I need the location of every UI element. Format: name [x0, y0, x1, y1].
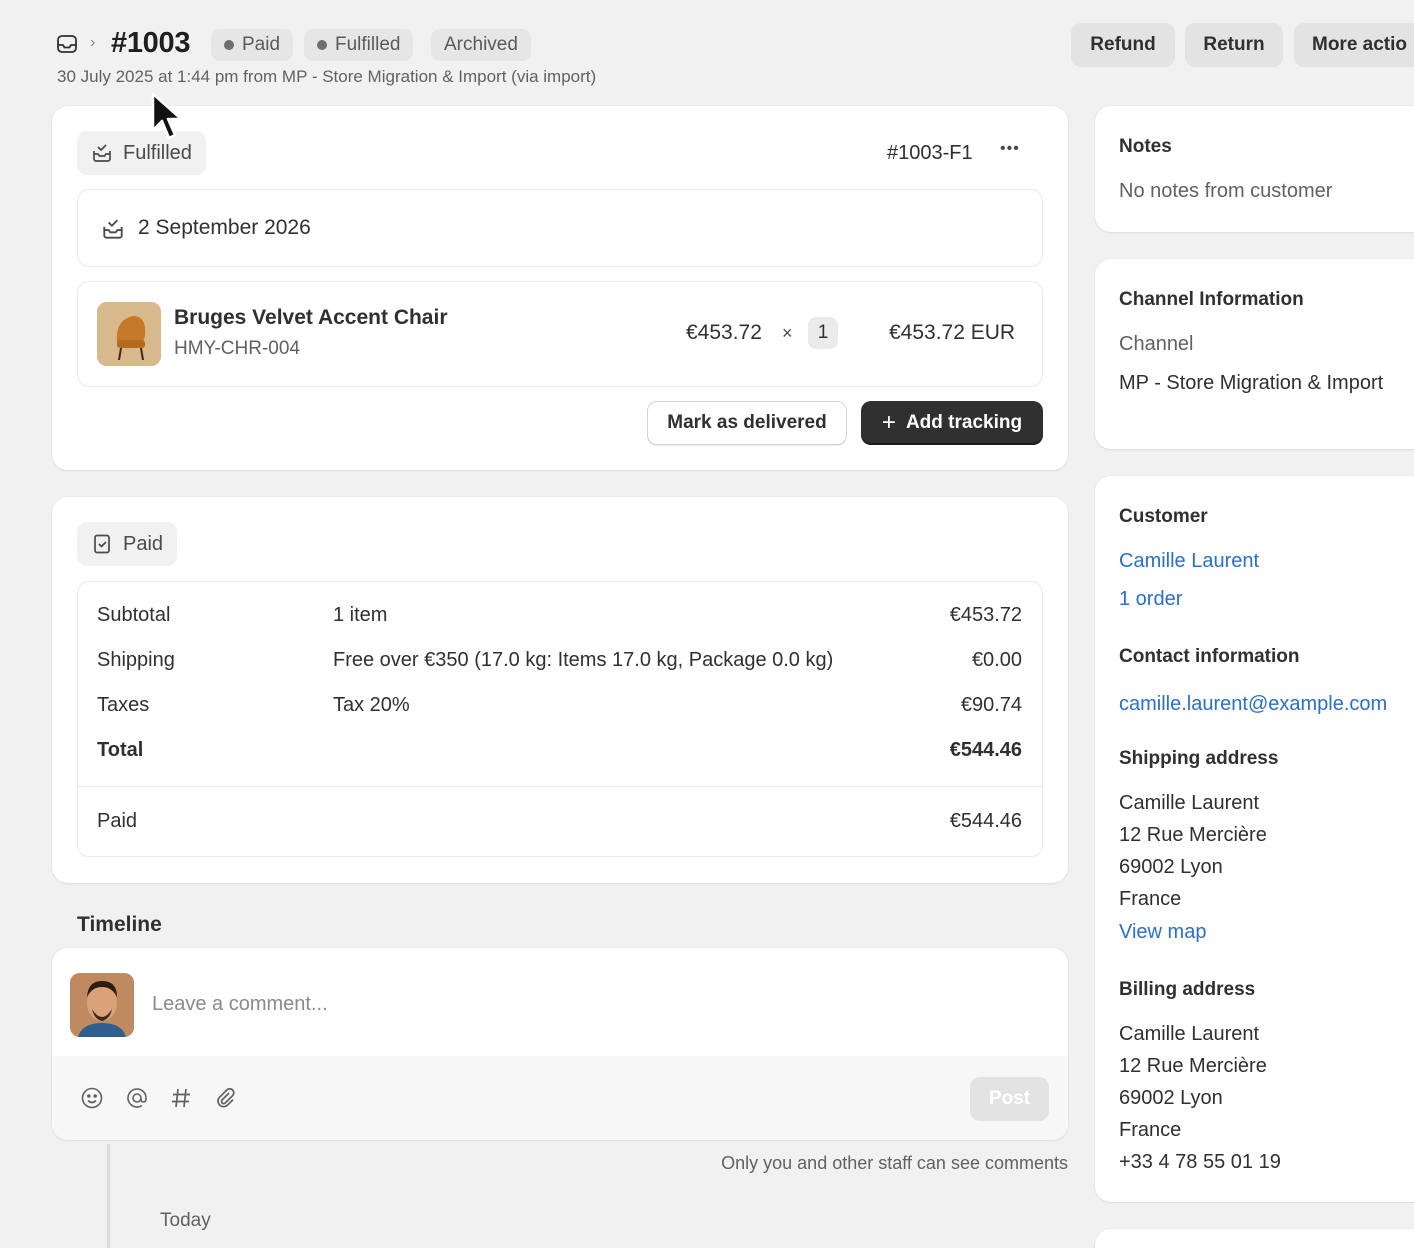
timeline-title: Timeline [77, 913, 162, 936]
notes-text: No notes from customer [1119, 180, 1333, 202]
quantity-badge: 1 [808, 317, 838, 349]
fulfillment-date: 2 September 2026 [138, 216, 311, 239]
shipping-address-title: Shipping address [1119, 748, 1279, 769]
fulfillment-id: #1003-F1 [887, 142, 973, 164]
divider [78, 786, 1042, 787]
chair-image-icon [97, 302, 161, 366]
paid-label: Paid [97, 810, 138, 832]
mark-as-delivered-button[interactable]: Mark as delivered [647, 401, 847, 445]
customer-orders-link[interactable]: 1 order [1119, 588, 1182, 611]
billing-phone: +33 4 78 55 01 19 [1119, 1151, 1281, 1173]
status-badge-fulfilled: Fulfilled [304, 29, 414, 61]
refund-button[interactable]: Refund [1071, 23, 1175, 67]
timeline-line [107, 1144, 110, 1248]
shipping-address-line: France [1119, 888, 1182, 910]
notes-title: Notes [1119, 136, 1172, 157]
next-card [1095, 1229, 1414, 1248]
staff-note: Only you and other staff can see comment… [721, 1153, 1068, 1173]
shipping-label: Shipping [97, 649, 175, 671]
shipping-address-line: 69002 Lyon [1119, 856, 1223, 878]
channel-value: MP - Store Migration & Import [1119, 372, 1384, 394]
subtotal-detail: 1 item [333, 604, 388, 626]
user-photo-icon [70, 973, 134, 1037]
avatar [70, 973, 134, 1037]
total-value: €544.46 [949, 739, 1022, 761]
more-actions-button[interactable]: More actio [1294, 23, 1414, 67]
shipping-value: €0.00 [971, 649, 1022, 671]
customer-name-link[interactable]: Camille Laurent [1119, 550, 1259, 573]
product-sku: HMY-CHR-004 [174, 338, 300, 359]
payment-summary-box [77, 581, 1043, 857]
emoji-icon[interactable] [79, 1085, 105, 1111]
notes-card [1095, 106, 1414, 232]
inbox-icon[interactable] [56, 33, 78, 55]
order-subtitle: 30 July 2025 at 1:44 pm from MP - Store … [57, 67, 597, 86]
customer-email-link[interactable]: camille.laurent@example.com [1119, 693, 1387, 716]
shipping-detail: Free over €350 (17.0 kg: Items 17.0 kg, … [333, 649, 834, 671]
total-label: Total [97, 739, 144, 761]
line-total: €453.72 EUR [889, 321, 1016, 344]
receipt-icon [94, 534, 110, 554]
payment-status-pill: Paid [77, 522, 178, 566]
customer-title: Customer [1119, 506, 1208, 527]
return-button[interactable]: Return [1185, 23, 1283, 67]
plus-icon: + [881, 409, 896, 436]
product-thumbnail[interactable] [97, 302, 161, 366]
more-options-icon[interactable]: ••• [1000, 140, 1020, 158]
mouse-cursor-icon [151, 92, 183, 140]
product-name[interactable]: Bruges Velvet Accent Chair [174, 306, 448, 330]
post-button[interactable]: Post [970, 1077, 1049, 1121]
billing-address-line: France [1119, 1119, 1182, 1141]
comment-input[interactable]: Leave a comment... [152, 993, 328, 1016]
channel-label: Channel [1119, 333, 1194, 355]
subtotal-value: €453.72 [949, 604, 1022, 626]
attachment-icon[interactable] [213, 1085, 239, 1111]
subtotal-label: Subtotal [97, 604, 171, 626]
contact-title: Contact information [1119, 646, 1300, 667]
mention-icon[interactable] [124, 1085, 150, 1111]
shipping-address-line: Camille Laurent [1119, 792, 1260, 814]
status-badge-paid: Paid [211, 29, 294, 61]
channel-title: Channel Information [1119, 289, 1304, 310]
fulfillment-status-pill: Fulfilled [77, 131, 206, 175]
view-map-link[interactable]: View map [1119, 921, 1206, 944]
billing-address-title: Billing address [1119, 979, 1256, 1000]
timeline-today-label: Today [160, 1210, 211, 1231]
taxes-detail: Tax 20% [333, 694, 410, 716]
breadcrumb-chevron-icon: › [90, 34, 96, 51]
add-tracking-button[interactable]: + Add tracking [861, 401, 1043, 445]
page-title: #1003 [111, 27, 191, 59]
comment-box [52, 948, 1068, 1140]
status-badge-archived: Archived [431, 29, 531, 61]
paid-value: €544.46 [949, 810, 1022, 832]
status-dot-icon [317, 40, 327, 50]
hashtag-icon[interactable] [168, 1085, 194, 1111]
billing-address-line: 69002 Lyon [1119, 1087, 1223, 1109]
status-dot-icon [224, 40, 234, 50]
taxes-value: €90.74 [960, 694, 1022, 716]
billing-address-line: Camille Laurent [1119, 1023, 1260, 1045]
times-sign: × [782, 323, 793, 343]
unit-price: €453.72 [686, 321, 762, 344]
shipping-address-line: 12 Rue Mercière [1119, 824, 1267, 846]
taxes-label: Taxes [97, 694, 150, 716]
delivery-icon [103, 219, 123, 239]
comment-toolbar [52, 1056, 1068, 1140]
billing-address-line: 12 Rue Mercière [1119, 1055, 1267, 1077]
fulfilled-icon [93, 144, 111, 162]
